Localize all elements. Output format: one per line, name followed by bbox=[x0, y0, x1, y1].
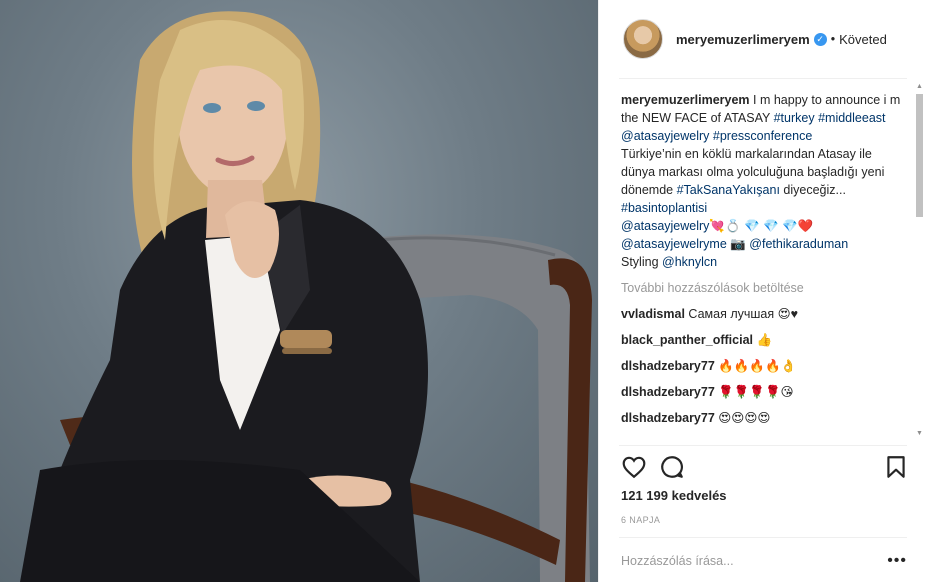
comments-list: meryemuzerlimeryem I m happy to announce… bbox=[621, 91, 909, 443]
hashtag-basintoplantisi[interactable]: #basintoplantisi bbox=[621, 201, 707, 215]
divider bbox=[619, 445, 907, 446]
comment-username[interactable]: dlshadzebary77 bbox=[621, 359, 715, 373]
mention-atasayjewelry[interactable]: @atasayjewelry bbox=[621, 129, 709, 143]
portrait-illustration bbox=[20, 11, 592, 582]
verified-badge-icon: ✓ bbox=[813, 32, 827, 46]
post-timestamp: 6 NAPJA bbox=[621, 515, 661, 525]
caption-emojis: 💘💍 💎 💎 💎❤️ bbox=[709, 219, 814, 233]
hashtag-middleeast[interactable]: #middleeast bbox=[818, 111, 885, 125]
hashtag-turkey[interactable]: #turkey bbox=[774, 111, 815, 125]
comment-icon[interactable] bbox=[659, 454, 685, 480]
comment-row: dlshadzebary77 🌹🌹🌹🌹😘 bbox=[621, 383, 909, 401]
following-status[interactable]: Követed bbox=[839, 32, 887, 47]
comment-form: ••• bbox=[621, 548, 907, 574]
comment-text: Самая лучшая 😍♥ bbox=[684, 307, 799, 321]
load-more-comments[interactable]: További hozzászólások betöltése bbox=[621, 279, 909, 297]
mention-atasayjewelry-2[interactable]: @atasayjewelry bbox=[621, 219, 709, 233]
comment-row: dlshadzebary77 😍😍😍😍 bbox=[621, 409, 909, 427]
separator-dot: • bbox=[830, 32, 836, 46]
hashtag-taksanayakisani[interactable]: #TakSanaYakışanı bbox=[677, 183, 780, 197]
scroll-down-arrow-icon[interactable]: ▼ bbox=[915, 429, 924, 438]
scroll-up-arrow-icon[interactable]: ▲ bbox=[915, 82, 924, 91]
styling-label: Styling bbox=[621, 255, 662, 269]
divider bbox=[619, 78, 907, 79]
bookmark-icon[interactable] bbox=[883, 454, 909, 480]
mention-fethikaraduman[interactable]: @fethikaraduman bbox=[749, 237, 848, 251]
hashtag-pressconference[interactable]: #pressconference bbox=[713, 129, 812, 143]
heart-icon[interactable] bbox=[621, 454, 647, 480]
post-header: meryemuzerlimeryem ✓ • Követed bbox=[599, 0, 927, 78]
comment-text: 😍😍😍😍 bbox=[714, 411, 771, 425]
mention-atasayjewelryme[interactable]: @atasayjewelryme bbox=[621, 237, 727, 251]
comment-row: vvladismal Самая лучшая 😍♥ bbox=[621, 305, 909, 323]
post-side-panel: meryemuzerlimeryem ✓ • Követed meryemuze… bbox=[598, 0, 927, 582]
post-modal: meryemuzerlimeryem ✓ • Követed meryemuze… bbox=[0, 0, 927, 582]
more-options-icon[interactable]: ••• bbox=[887, 553, 907, 569]
comment-text: 👍 bbox=[753, 333, 773, 347]
camera-emoji: 📷 bbox=[726, 237, 750, 251]
comment-username[interactable]: dlshadzebary77 bbox=[621, 411, 715, 425]
action-bar bbox=[621, 454, 911, 480]
caption: meryemuzerlimeryem I m happy to announce… bbox=[621, 91, 909, 271]
comment-row: dlshadzebary77 🔥🔥🔥🔥👌 bbox=[621, 357, 909, 375]
comments-scrollbar[interactable]: ▲ ▼ bbox=[915, 82, 924, 438]
mention-hknylcn[interactable]: @hknylcn bbox=[662, 255, 717, 269]
comment-input[interactable] bbox=[621, 554, 888, 568]
divider bbox=[619, 537, 907, 538]
comment-text: 🔥🔥🔥🔥👌 bbox=[714, 359, 797, 373]
avatar[interactable] bbox=[623, 19, 663, 59]
comment-username[interactable]: vvladismal bbox=[621, 307, 685, 321]
comment-username[interactable]: dlshadzebary77 bbox=[621, 385, 715, 399]
header-username[interactable]: meryemuzerlimeryem bbox=[676, 32, 810, 47]
comment-text: 🌹🌹🌹🌹😘 bbox=[714, 385, 794, 399]
comment-username[interactable]: black_panther_official bbox=[621, 333, 753, 347]
likes-count[interactable]: 121 199 kedvelés bbox=[621, 488, 727, 503]
scrollbar-thumb[interactable] bbox=[916, 94, 923, 217]
post-photo[interactable] bbox=[0, 0, 598, 582]
comment-row: black_panther_official 👍 bbox=[621, 331, 909, 349]
caption-username[interactable]: meryemuzerlimeryem bbox=[621, 93, 750, 107]
caption-text: diyeceğiz... bbox=[779, 183, 846, 197]
